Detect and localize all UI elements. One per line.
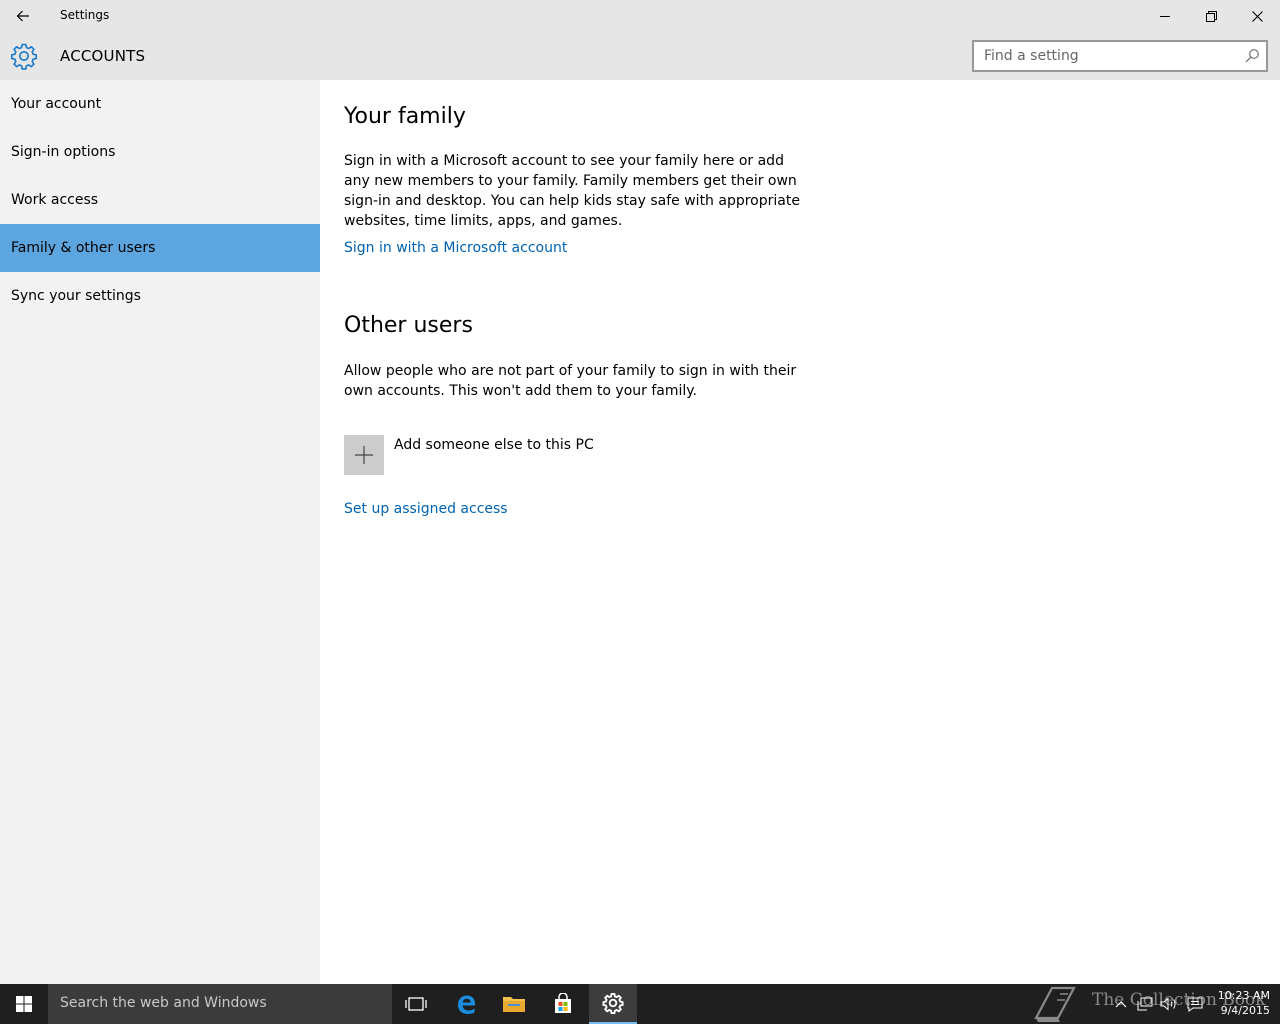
close-icon — [1251, 10, 1263, 22]
family-section-title: Your family — [344, 104, 466, 129]
main-content: Your family Sign in with a Microsoft acc… — [320, 80, 1280, 984]
other-users-description: Allow people who are not part of your fa… — [344, 363, 797, 399]
sidebar-item-work-access[interactable]: Work access — [0, 176, 320, 224]
windows-logo-icon — [16, 996, 32, 1012]
title-bar: Settings — [0, 0, 1280, 32]
sidebar-item-sign-in-options[interactable]: Sign-in options — [0, 128, 320, 176]
taskbar-search-text: Search the web and Windows — [60, 995, 267, 1011]
sign-in-microsoft-link[interactable]: Sign in with a Microsoft account — [344, 240, 567, 256]
volume-button[interactable] — [1158, 984, 1180, 1024]
taskbar: Search the web and Windows The Collectio… — [0, 984, 1280, 1024]
network-button[interactable] — [1134, 984, 1156, 1024]
speaker-icon — [1160, 997, 1176, 1011]
show-hidden-icons-button[interactable] — [1112, 984, 1130, 1024]
chevron-up-icon — [1115, 1001, 1127, 1008]
restore-icon — [1205, 10, 1217, 22]
network-icon — [1137, 997, 1153, 1011]
back-button[interactable] — [0, 0, 46, 32]
action-center-button[interactable] — [1184, 984, 1206, 1024]
search-box[interactable] — [972, 40, 1268, 72]
minimize-icon — [1160, 16, 1170, 17]
task-view-button[interactable] — [392, 984, 440, 1024]
settings-header: ACCOUNTS — [0, 32, 1280, 80]
folder-icon — [503, 997, 525, 1012]
sidebar-item-family-other-users[interactable]: Family & other users — [0, 224, 320, 272]
start-button[interactable] — [0, 984, 48, 1024]
store-bag-icon — [555, 993, 571, 1013]
plus-icon — [355, 446, 373, 464]
minimize-button[interactable] — [1142, 0, 1188, 32]
sidebar-item-sync-settings[interactable]: Sync your settings — [0, 272, 320, 320]
add-user-button[interactable] — [344, 435, 384, 475]
other-users-section-title: Other users — [344, 313, 473, 338]
restore-button[interactable] — [1188, 0, 1234, 32]
back-arrow-icon — [16, 10, 29, 22]
store-button[interactable] — [539, 984, 587, 1024]
taskbar-search-box[interactable]: Search the web and Windows — [48, 984, 392, 1024]
search-input[interactable] — [974, 42, 1234, 70]
window-title: Settings — [60, 8, 110, 22]
gear-icon — [602, 993, 624, 1014]
book-icon — [1034, 986, 1076, 1022]
edge-button[interactable] — [442, 984, 490, 1024]
sidebar-item-your-account[interactable]: Your account — [0, 80, 320, 128]
assigned-access-link[interactable]: Set up assigned access — [344, 501, 508, 517]
family-description: Sign in with a Microsoft account to see … — [344, 153, 800, 229]
task-view-icon — [405, 997, 427, 1011]
clock-date: 9/4/2015 — [1220, 1004, 1270, 1017]
taskbar-clock[interactable]: 10:23 AM 9/4/2015 — [1210, 988, 1270, 1018]
clock-time: 10:23 AM — [1217, 989, 1270, 1002]
sidebar: Your account Sign-in options Work access… — [0, 80, 320, 984]
search-icon[interactable] — [1244, 48, 1260, 64]
notification-icon — [1187, 997, 1203, 1012]
close-button[interactable] — [1234, 0, 1280, 32]
page-title: ACCOUNTS — [60, 47, 146, 65]
file-explorer-button[interactable] — [490, 984, 538, 1024]
settings-app-button[interactable] — [589, 984, 637, 1024]
edge-icon — [458, 995, 475, 1014]
add-user-label[interactable]: Add someone else to this PC — [394, 437, 594, 453]
gear-icon — [11, 43, 37, 70]
